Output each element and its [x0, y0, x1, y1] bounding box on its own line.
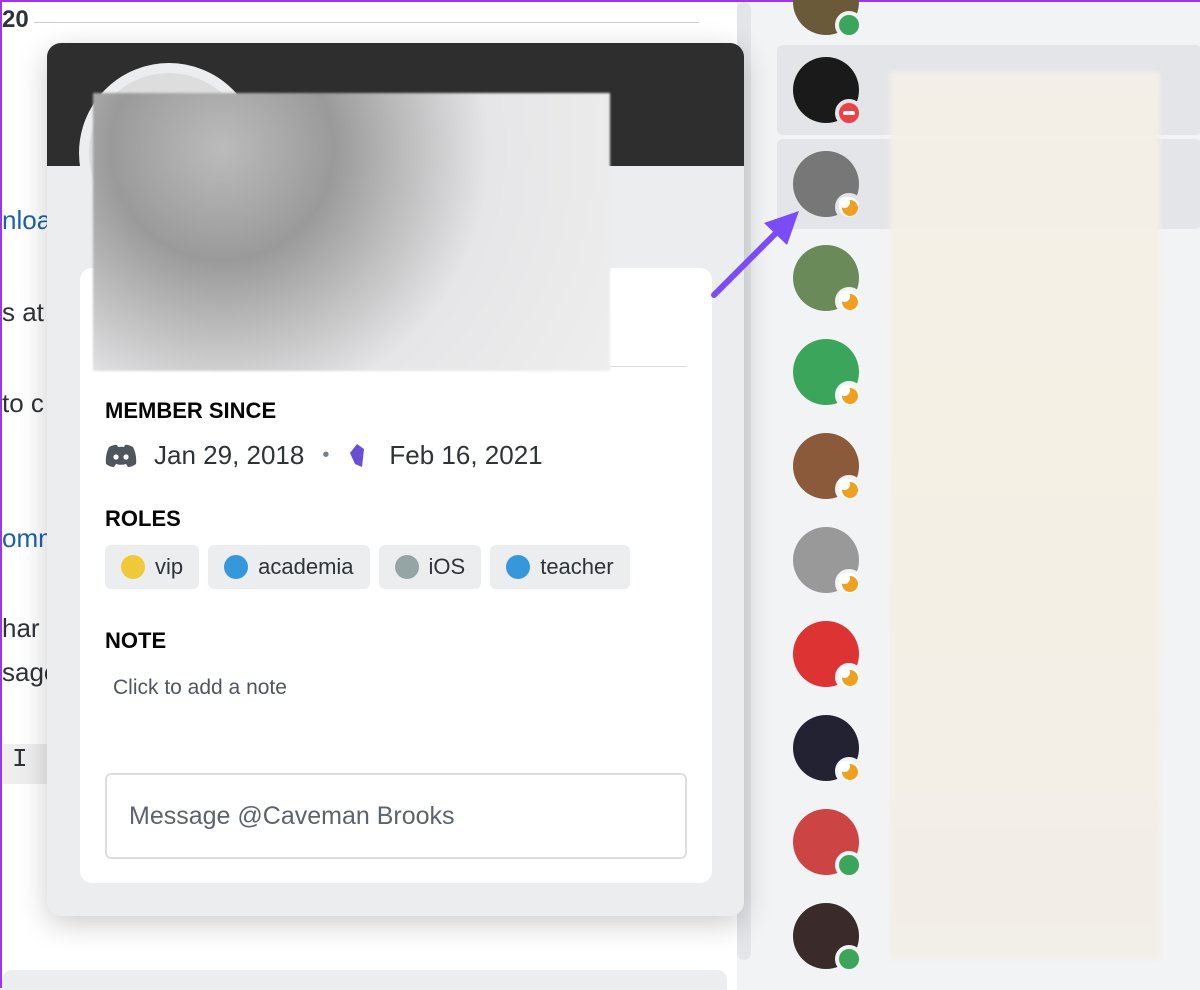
role-name: teacher	[540, 554, 614, 579]
role-chip[interactable]: iOS	[378, 545, 482, 589]
date-separator: •	[322, 444, 330, 466]
idle-status-icon	[835, 287, 863, 315]
idle-status-icon	[835, 475, 863, 503]
redacted-member-names	[890, 72, 1160, 960]
role-chip[interactable]: academia	[208, 545, 370, 589]
server-icon	[350, 443, 365, 467]
note-input[interactable]: Click to add a note	[113, 676, 287, 700]
role-color-dot	[394, 555, 419, 579]
date-divider	[34, 22, 699, 23]
role-name: vip	[155, 554, 184, 579]
role-name: iOS	[428, 554, 466, 579]
online-status-icon	[835, 851, 863, 879]
chat-text-fragment: to c	[2, 388, 44, 418]
code-fragment: I	[2, 744, 47, 784]
dnd-status-icon	[835, 99, 863, 127]
annotation-arrow-icon	[711, 211, 799, 298]
idle-status-icon	[835, 569, 863, 597]
member-since-heading: MEMBER SINCE	[105, 398, 277, 423]
message-input-edge[interactable]	[2, 970, 727, 990]
idle-status-icon	[835, 193, 863, 221]
member-list-item[interactable]	[777, 0, 1200, 47]
online-status-icon	[835, 11, 863, 39]
role-chip[interactable]: vip	[105, 545, 200, 589]
role-chip[interactable]: teacher	[490, 545, 630, 589]
note-heading: NOTE	[105, 628, 167, 653]
discord-logo-icon	[105, 444, 137, 467]
idle-status-icon	[835, 381, 863, 409]
chat-text-fragment: har	[2, 613, 40, 643]
idle-status-icon	[835, 757, 863, 785]
member-since-row: Jan 29, 2018 • Feb 16, 2021	[105, 440, 543, 471]
roles-list: vip academia iOS teacher	[105, 545, 630, 589]
online-status-icon	[835, 945, 863, 973]
redacted-username-area	[93, 93, 610, 371]
idle-status-icon	[835, 663, 863, 691]
role-color-dot	[121, 555, 145, 579]
discord-join-date: Jan 29, 2018	[154, 440, 305, 470]
date-divider-text: 20	[2, 6, 29, 33]
role-color-dot	[506, 555, 531, 579]
message-input[interactable]: Message @Caveman Brooks	[105, 773, 687, 859]
server-join-date: Feb 16, 2021	[389, 440, 543, 470]
role-name: academia	[258, 554, 354, 579]
roles-heading: ROLES	[105, 506, 181, 531]
chat-text-fragment: s at	[2, 297, 44, 327]
role-color-dot	[224, 555, 249, 579]
chat-link-fragment[interactable]: nloa	[2, 205, 51, 236]
